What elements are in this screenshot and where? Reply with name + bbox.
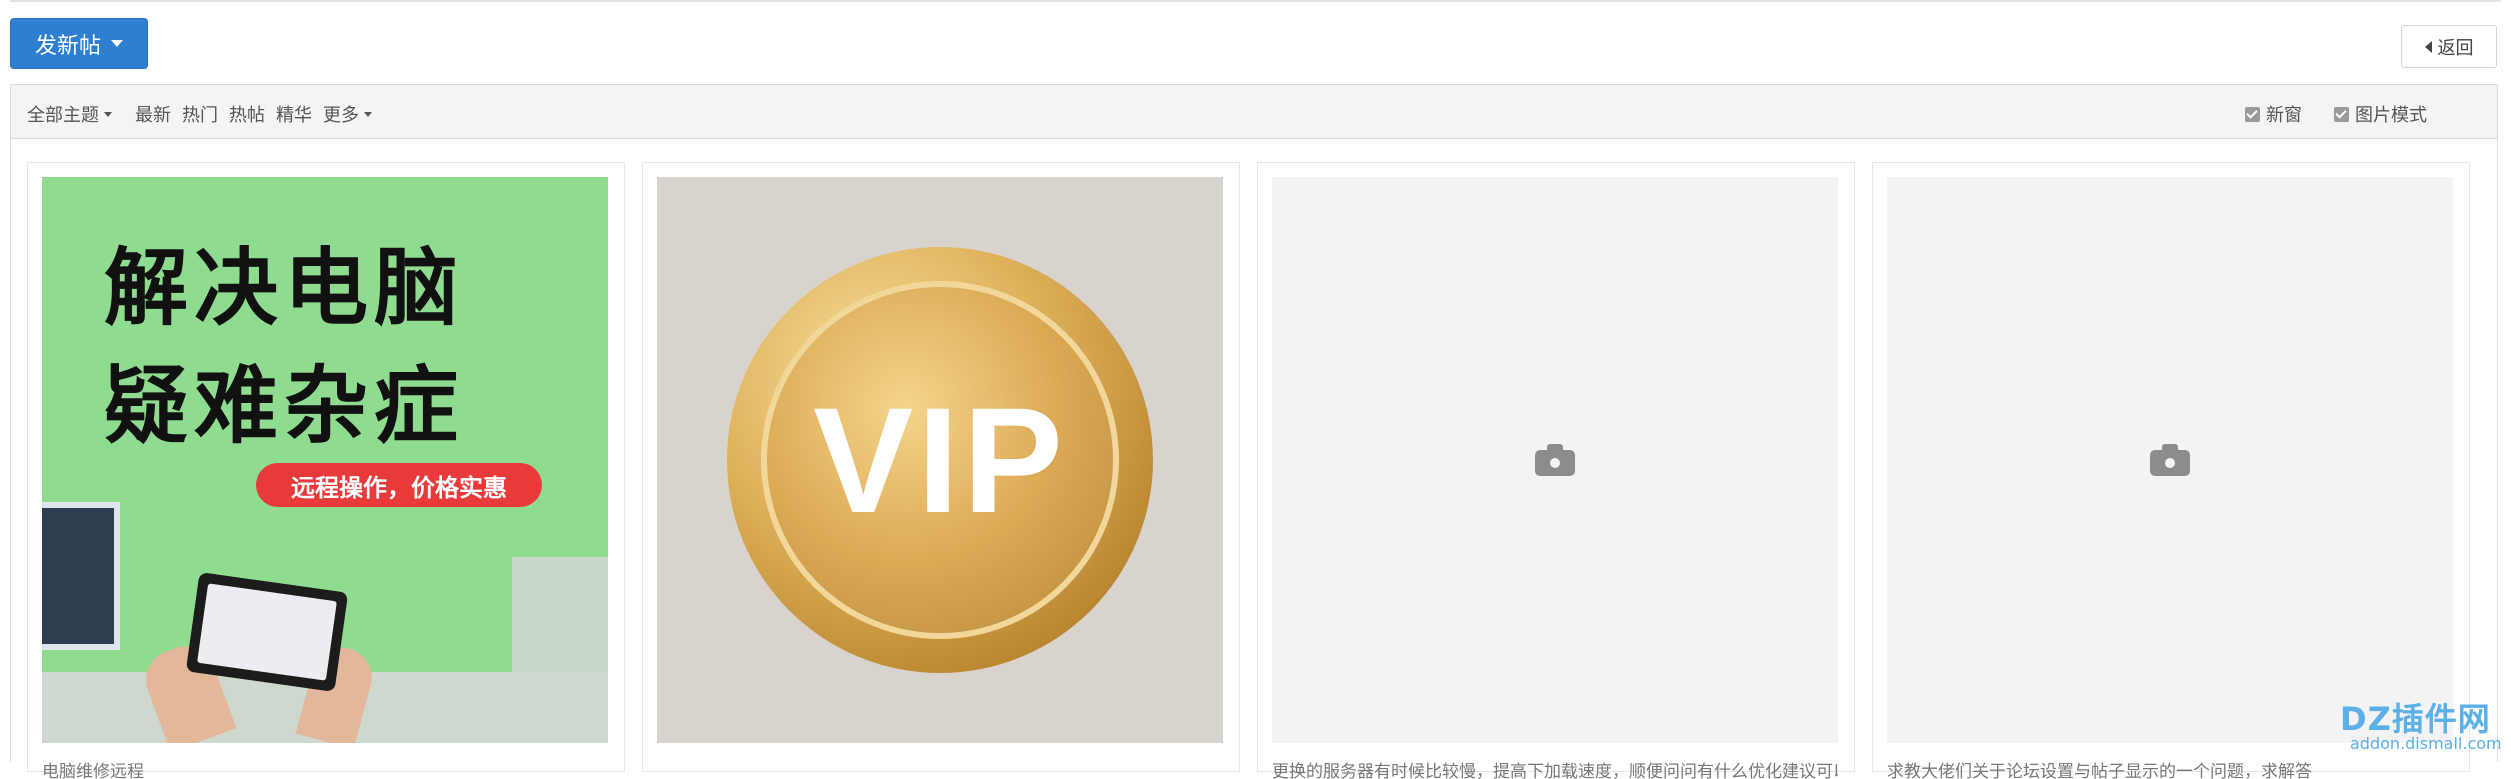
chevron-down-icon [104, 111, 112, 117]
thread-title[interactable]: 求教大佬们关于论坛设置与帖子显示的一个问题，求解答 [1887, 757, 2453, 779]
checkbox-icon[interactable] [2245, 106, 2260, 122]
filter-latest[interactable]: 最新 [135, 101, 171, 127]
tablet-screen [197, 583, 337, 681]
thread-card[interactable]: VIP [642, 162, 1240, 772]
thread-title[interactable]: 电脑维修远程 [42, 757, 608, 779]
vip-coin-text: VIP [813, 375, 1067, 544]
thread-thumbnail[interactable] [1887, 177, 2453, 743]
thread-thumbnail[interactable]: VIP [657, 177, 1223, 743]
filter-more[interactable]: 更多 [323, 101, 372, 127]
watermark-sub: addon.dismall.com [2350, 734, 2502, 753]
thread-thumbnail[interactable] [1272, 177, 1838, 743]
promo-headline-line1: 解决电脑 [104, 239, 465, 337]
image-mode-toggle[interactable]: 图片模式 [2334, 101, 2427, 127]
back-label: 返回 [2437, 37, 2474, 59]
new-window-label: 新窗 [2266, 105, 2302, 126]
new-post-button[interactable]: 发新帖 [10, 18, 148, 69]
thread-title[interactable]: 更换的服务器有时候比较慢，提高下加载速度，顺便问问有什么优化建议可以用 [1272, 757, 1838, 779]
filter-digest-label: 精华 [276, 105, 312, 126]
promo-headline: 解决电脑 疑难杂症 [104, 229, 464, 465]
camera-icon [1535, 444, 1575, 476]
new-post-label: 发新帖 [34, 33, 101, 59]
monitor-graphic [42, 502, 120, 650]
promo-headline-line2: 疑难杂症 [104, 357, 465, 455]
top-divider [10, 0, 2501, 3]
back-button[interactable]: 返回 [2401, 25, 2497, 68]
thread-card[interactable]: 更换的服务器有时候比较慢，提高下加载速度，顺便问问有什么优化建议可以用 [1257, 162, 1855, 779]
thread-card[interactable]: 求教大佬们关于论坛设置与帖子显示的一个问题，求解答 [1872, 162, 2470, 779]
image-mode-label: 图片模式 [2355, 105, 2427, 126]
filter-more-label: 更多 [323, 105, 359, 126]
chevron-left-icon [2424, 40, 2432, 53]
thread-title[interactable] [657, 757, 1223, 779]
site-watermark: DZ插件网 addon.dismall.com [2312, 690, 2502, 758]
thread-card[interactable]: 解决电脑 疑难杂症 远程操作，价格实惠 电脑维修远程 [27, 162, 625, 779]
tablet-graphic [185, 572, 349, 692]
filter-digest[interactable]: 精华 [276, 101, 312, 127]
filter-hot-threads[interactable]: 热帖 [229, 101, 265, 127]
new-window-toggle[interactable]: 新窗 [2245, 101, 2302, 127]
thread-list-panel: 全部主题 最新 热门 热帖 精华 更多 新窗 图片模式 解决电脑 疑难杂症 远程… [10, 84, 2498, 779]
filter-bar: 全部主题 最新 热门 热帖 精华 更多 新窗 图片模式 [11, 85, 2497, 139]
filter-latest-label: 最新 [135, 105, 171, 126]
thread-thumbnail[interactable]: 解决电脑 疑难杂症 远程操作，价格实惠 [42, 177, 608, 743]
filter-hot-label: 热门 [182, 105, 218, 126]
filter-all-topics-label: 全部主题 [27, 105, 99, 126]
chevron-down-icon [364, 111, 372, 117]
filter-hot-threads-label: 热帖 [229, 105, 265, 126]
camera-icon [2150, 444, 2190, 476]
checkbox-icon[interactable] [2334, 106, 2349, 122]
chevron-down-icon [111, 40, 123, 47]
promo-pill: 远程操作，价格实惠 [256, 463, 542, 507]
filter-all-topics[interactable]: 全部主题 [27, 101, 112, 127]
filter-hot[interactable]: 热门 [182, 101, 218, 127]
